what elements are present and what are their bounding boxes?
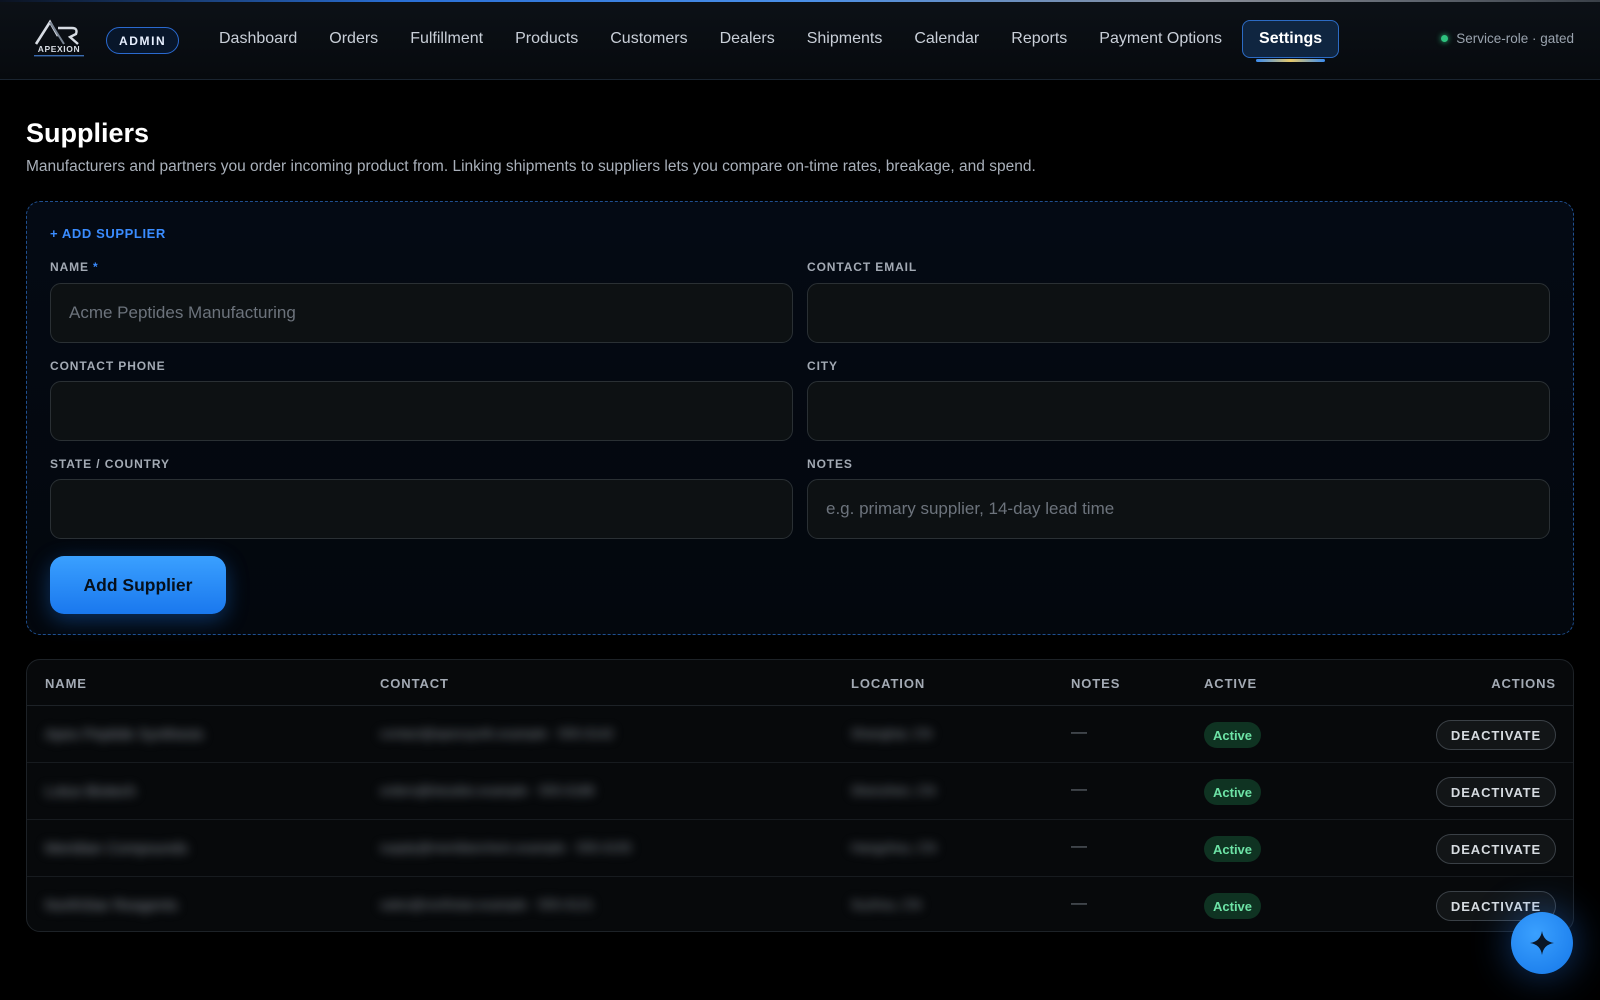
contact-phone-input[interactable]	[50, 381, 793, 441]
supplier-contact: contact@apexsynth.example · 555-0142	[380, 726, 614, 741]
column-location[interactable]: LOCATION	[851, 676, 925, 691]
nav-dashboard[interactable]: Dashboard	[203, 20, 313, 58]
status-badge: Active	[1204, 836, 1262, 862]
supplier-location: Shenzhen, CN	[851, 783, 936, 798]
name-label: NAME *	[50, 260, 99, 274]
add-supplier-heading[interactable]: + ADD SUPPLIER	[50, 226, 166, 241]
supplier-contact: orders@lotusbio.example · 555-0188	[380, 783, 595, 798]
deactivate-button[interactable]: DEACTIVATE	[1436, 777, 1556, 807]
service-status: Service-role · gated	[1441, 31, 1574, 46]
name-input[interactable]	[50, 283, 793, 343]
column-contact[interactable]: CONTACT	[380, 676, 449, 691]
contact-email-input[interactable]	[807, 283, 1550, 343]
column-name[interactable]: NAME	[45, 676, 87, 691]
nav-settings[interactable]: Settings	[1242, 20, 1340, 62]
nav-calendar[interactable]: Calendar	[898, 20, 995, 58]
deactivate-button[interactable]: DEACTIVATE	[1436, 720, 1556, 750]
state-country-input[interactable]	[50, 479, 793, 539]
supplier-name: NorthStar Reagents	[45, 897, 178, 914]
contact-phone-label: CONTACT PHONE	[50, 359, 166, 373]
table-header: NAME CONTACT LOCATION NOTES ACTIVE ACTIO…	[27, 660, 1573, 706]
supplier-name: Lotus Biotech	[45, 783, 136, 800]
add-supplier-button[interactable]: Add Supplier	[50, 556, 226, 614]
supplier-location: Suzhou, CN	[851, 897, 922, 912]
city-input[interactable]	[807, 381, 1550, 441]
logo-wordmark: APEXION	[38, 44, 80, 54]
top-nav-bar: APEXION ADMIN Dashboard Orders Fulfillme…	[0, 0, 1600, 80]
service-status-text: Service-role · gated	[1456, 31, 1574, 46]
nav-reports[interactable]: Reports	[995, 20, 1083, 58]
table-row[interactable]: NorthStar Reagents sales@northstar.examp…	[27, 878, 1573, 931]
deactivate-button[interactable]: DEACTIVATE	[1436, 834, 1556, 864]
supplier-name: Apex Peptide Synthesis	[45, 726, 204, 743]
name-label-text: NAME	[50, 260, 89, 274]
nav-shipments[interactable]: Shipments	[791, 20, 899, 58]
page-subtitle: Manufacturers and partners you order inc…	[26, 158, 1036, 175]
column-actions: ACTIONS	[1491, 676, 1556, 691]
nav-orders[interactable]: Orders	[313, 20, 394, 58]
supplier-notes: —	[1071, 838, 1087, 855]
table-row[interactable]: Meridian Compounds supply@meridianchem.e…	[27, 821, 1573, 877]
add-supplier-panel: + ADD SUPPLIER NAME* CONTACT EMAIL CONTA…	[26, 201, 1574, 635]
contact-email-label: CONTACT EMAIL	[807, 260, 918, 274]
nav-dealers[interactable]: Dealers	[704, 20, 791, 58]
admin-badge: ADMIN	[106, 27, 180, 54]
supplier-notes: —	[1071, 724, 1087, 741]
notes-label: NOTES	[807, 457, 853, 471]
supplier-location: Shanghai, CN	[851, 726, 932, 741]
state-country-label: STATE / COUNTRY	[50, 457, 170, 471]
suppliers-table: NAME CONTACT LOCATION NOTES ACTIVE ACTIO…	[26, 659, 1574, 932]
required-marker: *	[92, 260, 99, 274]
sparkle-icon	[1530, 931, 1554, 955]
supplier-notes: —	[1071, 781, 1087, 798]
table-row[interactable]: Lotus Biotech orders@lotusbio.example · …	[27, 764, 1573, 820]
supplier-notes: —	[1071, 895, 1087, 912]
nav-payment-options[interactable]: Payment Options	[1083, 20, 1238, 58]
table-row[interactable]: Apex Peptide Synthesis contact@apexsynth…	[27, 707, 1573, 763]
column-active[interactable]: ACTIVE	[1204, 676, 1257, 691]
notes-input[interactable]	[807, 479, 1550, 539]
status-badge: Active	[1204, 779, 1262, 805]
column-notes[interactable]: NOTES	[1071, 676, 1120, 691]
nav-products[interactable]: Products	[499, 20, 594, 58]
nav-fulfillment[interactable]: Fulfillment	[394, 20, 499, 58]
status-badge: Active	[1204, 722, 1262, 748]
supplier-contact: sales@northstar.example · 555-0121	[380, 897, 594, 912]
status-dot-icon	[1441, 35, 1449, 42]
supplier-name: Meridian Compounds	[45, 840, 188, 857]
apexion-logo[interactable]: APEXION	[28, 18, 90, 58]
nav-customers[interactable]: Customers	[594, 20, 703, 58]
city-label: CITY	[807, 359, 838, 373]
main-nav: Dashboard Orders Fulfillment Products Cu…	[203, 20, 1340, 62]
status-badge: Active	[1204, 893, 1262, 919]
supplier-contact: supply@meridianchem.example · 555-0155	[380, 840, 632, 855]
top-accent-line	[0, 0, 1600, 2]
page-title: Suppliers	[26, 118, 150, 148]
assistant-fab-button[interactable]	[1511, 912, 1573, 974]
supplier-location: Hangzhou, CN	[851, 840, 937, 855]
